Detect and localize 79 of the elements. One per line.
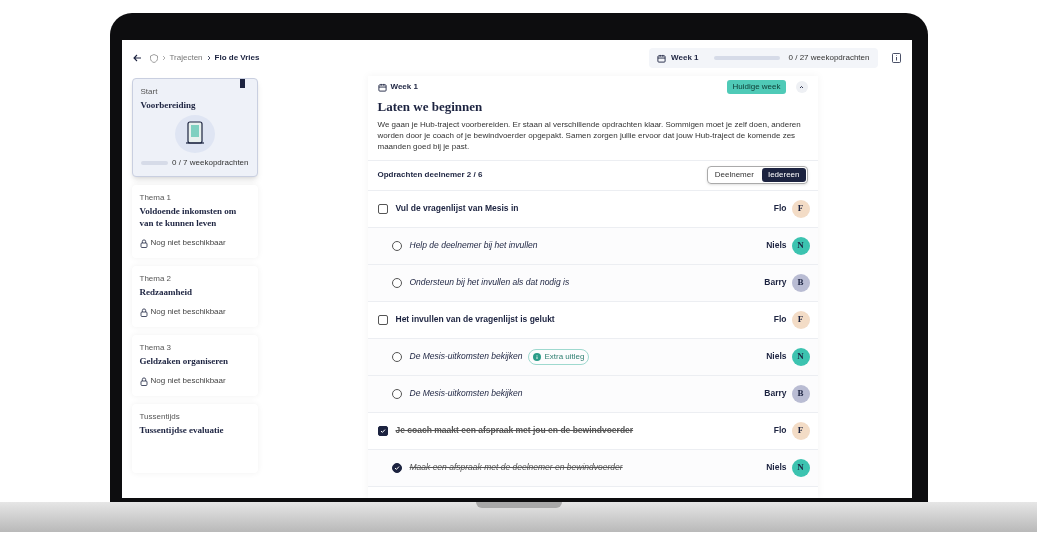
filter-tab[interactable]: Iedereen	[761, 168, 806, 182]
task-text: Ondersteun bij het invullen als dat nodig is	[409, 276, 570, 289]
assignee-name: Niels	[766, 350, 787, 363]
check-icon	[379, 427, 386, 434]
week-title: Laten we beginnen	[377, 98, 484, 116]
task-text: Help de deelnemer bij het invullen	[409, 239, 538, 252]
assignee-name: Barry	[764, 387, 787, 400]
availability-status: Nog niet beschikbaar	[150, 306, 226, 318]
assignee-name: Flo	[773, 202, 787, 215]
task-checkbox[interactable]	[391, 388, 402, 399]
bookmark-icon	[239, 79, 245, 88]
breadcrumb-link[interactable]: Trajecten	[169, 52, 203, 64]
assignee-name: Barry	[764, 276, 787, 289]
task-checkbox[interactable]	[391, 351, 402, 362]
task-text: De Mesis-uitkomsten bekijken	[409, 387, 523, 400]
calendar-icon	[657, 53, 667, 63]
card-title: Redzaamheid	[139, 286, 193, 298]
avatar: N	[791, 347, 810, 366]
lock-icon	[139, 238, 148, 248]
card-title: Tussentijdse evaluatie	[139, 424, 225, 436]
avatar: F	[791, 421, 810, 440]
task-checkbox[interactable]	[377, 314, 388, 325]
avatar: F	[791, 199, 810, 218]
check-icon	[393, 464, 400, 471]
availability-status: Nog niet beschikbaar	[150, 375, 226, 387]
card-title: Voorbereiding	[140, 99, 197, 111]
current-week-badge: Huidige week	[727, 80, 786, 94]
week-label: Week 1	[390, 81, 418, 93]
task-checkbox[interactable]	[391, 462, 402, 473]
task-text: Het invullen van de vragenlijst is gelukt	[395, 313, 555, 326]
task-text: Je coach maakt een afspraak met jou en de bewindvoerder	[395, 424, 634, 437]
card-label: Start	[140, 86, 159, 98]
assignee-name: Niels	[766, 239, 787, 252]
card-title: Geldzaken organiseren	[139, 355, 230, 367]
week-label: Week 1	[671, 52, 699, 64]
task-checkbox[interactable]	[377, 203, 388, 214]
filter-tab[interactable]: Deelnemer	[708, 168, 760, 182]
shield-icon[interactable]	[149, 53, 158, 63]
task-text: De Mesis-uitkomsten bekijken	[409, 350, 523, 363]
chevron-icon	[161, 55, 166, 61]
avatar: N	[791, 458, 810, 477]
back-arrow-icon[interactable]	[132, 54, 142, 62]
card-label: Tussentijds	[139, 411, 181, 423]
task-text: Vul de vragenlijst van Mesis in	[395, 202, 519, 215]
calendar-icon	[377, 82, 387, 92]
task-checkbox[interactable]	[391, 277, 402, 288]
theme-card[interactable]: Thema 1 Voldoende inkomsten om van te kunnen leven Nog niet beschikbaar	[131, 185, 258, 258]
info-icon	[533, 352, 542, 361]
card-label: Thema 3	[139, 342, 173, 354]
availability-status: Nog niet beschikbaar	[150, 237, 226, 249]
avatar: F	[791, 310, 810, 329]
assignee-name: Flo	[773, 313, 787, 326]
lock-icon	[139, 376, 148, 386]
badge-text: Extra uitleg	[544, 350, 585, 363]
card-label: Thema 2	[139, 273, 173, 285]
avatar: B	[791, 384, 810, 403]
info-icon[interactable]	[891, 53, 901, 63]
progress-count: 0 / 7 weekopdrachten	[172, 157, 249, 169]
lock-icon	[139, 307, 148, 317]
chevron-icon	[206, 55, 211, 61]
assignee-name: Niels	[766, 461, 787, 474]
task-text: Maak een afspraak met de deelnemer en bewindvoerder	[409, 461, 623, 474]
theme-card[interactable]: Thema 2 Redzaamheid Nog niet beschikbaar	[131, 266, 258, 327]
assignee-name: Flo	[773, 424, 787, 437]
avatar: B	[791, 273, 810, 292]
task-checkbox[interactable]	[377, 425, 388, 436]
theme-card[interactable]: Tussentijds Tussentijdse evaluatie	[131, 404, 258, 473]
card-title: Voldoende inkomsten om van te kunnen leven	[139, 205, 238, 229]
chevron-icon	[799, 85, 804, 89]
task-count: Opdrachten deelnemer 2 / 6	[377, 169, 483, 181]
theme-card[interactable]: Thema 3 Geldzaken organiseren Nog niet beschikbaar	[131, 335, 258, 396]
avatar: N	[791, 236, 810, 255]
breadcrumb-current[interactable]: Flo de Vries	[214, 52, 260, 64]
theme-card[interactable]: Start Voorbereiding 0 / 7 weekopdrachten	[131, 78, 258, 177]
card-label: Thema 1	[139, 192, 173, 204]
task-checkbox[interactable]	[391, 240, 402, 251]
tablet-illustration	[173, 113, 216, 155]
week-count: 0 / 27 weekopdrachten	[788, 52, 870, 64]
week-description: We gaan je Hub-traject voorbereiden. Er staan al verschillende opdrachten klaar. Sommigen moet je zelf doen, anderen worden door je coach of je bewindvoerder opgepakt. Samen zorgen jullie ervoor dat jouw Hub-traject de komende zes maanden goed bij je past.	[377, 118, 802, 152]
